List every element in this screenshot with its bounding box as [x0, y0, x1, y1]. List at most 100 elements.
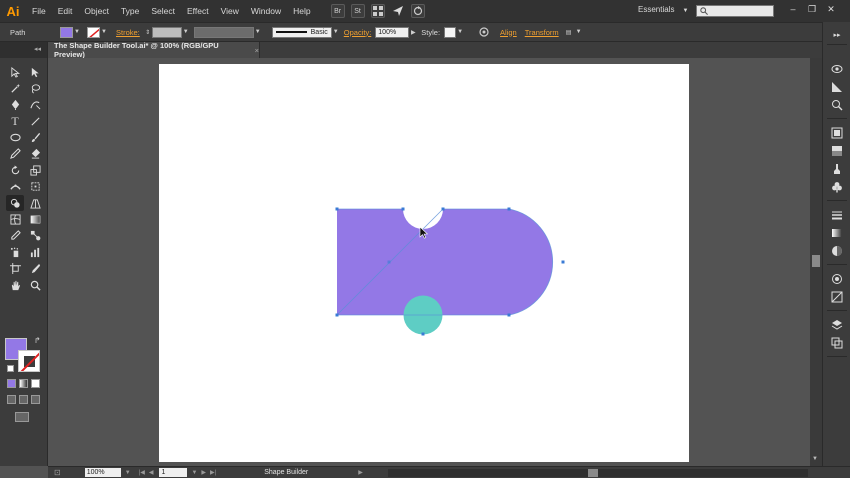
vertical-scrollbar[interactable]: ▼	[810, 58, 822, 466]
appearance-panel-icon[interactable]	[830, 62, 844, 76]
eyedropper-tool-icon[interactable]	[6, 228, 24, 244]
control-bar-menu-icon[interactable]: ▼	[575, 27, 583, 38]
menu-edit[interactable]: Edit	[52, 6, 79, 16]
default-fill-stroke-icon[interactable]	[7, 365, 14, 372]
align-panel-icon[interactable]	[830, 272, 844, 286]
opacity-link[interactable]: Opacity:	[344, 28, 372, 37]
width-tool-icon[interactable]	[6, 179, 24, 195]
slice-tool-icon[interactable]	[26, 261, 44, 277]
stock-icon[interactable]: St	[350, 4, 365, 18]
artboard-tool-icon[interactable]	[6, 261, 24, 277]
stroke-dropdown-icon[interactable]: ▼	[100, 27, 108, 38]
image-trace-panel-icon[interactable]	[830, 98, 844, 112]
align-link[interactable]: Align	[500, 28, 517, 37]
horizontal-scroll-thumb[interactable]	[588, 469, 598, 477]
variable-width-dropdown-icon[interactable]: ▼	[254, 27, 262, 38]
perspective-grid-tool-icon[interactable]	[26, 195, 44, 211]
curvature-tool-icon[interactable]	[26, 97, 44, 113]
ellipse-tool-icon[interactable]	[6, 130, 24, 146]
mesh-tool-icon[interactable]	[6, 212, 24, 228]
menu-view[interactable]: View	[215, 6, 245, 16]
eraser-tool-icon[interactable]	[26, 146, 44, 162]
bridge-icon[interactable]: Br	[330, 4, 345, 18]
close-button[interactable]: ✕	[824, 3, 838, 15]
pasteboard[interactable]	[48, 58, 810, 466]
artboard[interactable]	[159, 64, 689, 462]
opacity-field[interactable]: 100%	[375, 26, 410, 38]
gradient-tool-icon[interactable]	[26, 212, 44, 228]
menu-window[interactable]: Window	[245, 6, 287, 16]
stroke-link[interactable]: Stroke:	[116, 28, 140, 37]
previous-artboard-icon[interactable]: ◀	[149, 469, 154, 476]
search-input[interactable]	[696, 5, 774, 17]
status-menu-icon[interactable]: ▶	[358, 469, 363, 476]
opacity-expand-icon[interactable]: ▶	[409, 27, 417, 38]
menu-object[interactable]: Object	[78, 6, 115, 16]
draw-normal-icon[interactable]	[7, 395, 16, 404]
menu-help[interactable]: Help	[287, 6, 316, 16]
swap-fill-stroke-icon[interactable]: ↱	[34, 336, 41, 345]
send-icon[interactable]	[391, 4, 405, 18]
screen-mode-icon[interactable]	[15, 412, 29, 422]
menu-effect[interactable]: Effect	[181, 6, 215, 16]
blend-tool-icon[interactable]	[26, 228, 44, 244]
transparency-panel-icon[interactable]	[830, 244, 844, 258]
lasso-tool-icon[interactable]	[26, 80, 44, 96]
none-mode-icon[interactable]	[31, 379, 40, 388]
menu-file[interactable]: File	[26, 6, 52, 16]
magic-wand-tool-icon[interactable]	[6, 80, 24, 96]
minimize-button[interactable]: –	[786, 3, 800, 15]
vertical-scroll-thumb[interactable]	[812, 255, 820, 267]
brush-definition-field[interactable]: Basic	[271, 26, 332, 38]
draw-behind-icon[interactable]	[19, 395, 28, 404]
fill-swatch[interactable]	[60, 26, 73, 38]
brush-dropdown-icon[interactable]: ▼	[332, 27, 340, 38]
purple-merged-shape[interactable]	[337, 209, 553, 315]
color-mode-icon[interactable]	[7, 379, 16, 388]
recolor-artwork-icon[interactable]	[478, 27, 490, 38]
tools-panel-header[interactable]: ◂◂	[0, 42, 47, 58]
horizontal-scrollbar[interactable]	[388, 469, 808, 477]
hand-tool-icon[interactable]	[6, 277, 24, 293]
arrange-documents-icon[interactable]	[370, 4, 385, 18]
artboard-navigation-icon[interactable]: ⊡	[54, 468, 61, 477]
gradient-panel-icon[interactable]	[830, 226, 844, 240]
symbols-panel-icon[interactable]	[830, 180, 844, 194]
stroke-swatch[interactable]	[87, 26, 100, 38]
scroll-down-icon[interactable]: ▼	[812, 456, 818, 462]
selection-tool-icon[interactable]	[6, 64, 24, 80]
pen-tool-icon[interactable]	[6, 97, 24, 113]
scale-tool-icon[interactable]	[26, 162, 44, 178]
transform-panel-icon[interactable]	[830, 290, 844, 304]
fill-dropdown-icon[interactable]: ▼	[73, 27, 81, 38]
style-swatch[interactable]	[444, 26, 457, 38]
pencil-tool-icon[interactable]	[6, 146, 24, 162]
column-graph-tool-icon[interactable]	[26, 244, 44, 260]
draw-inside-icon[interactable]	[31, 395, 40, 404]
transform-link[interactable]: Transform	[525, 28, 559, 37]
variable-width-field[interactable]	[193, 26, 254, 38]
line-segment-tool-icon[interactable]	[26, 113, 44, 129]
zoom-field[interactable]: 100%	[84, 468, 121, 477]
stroke-weight-dropdown-icon[interactable]: ▼	[182, 27, 190, 38]
stroke-weight-field[interactable]	[151, 26, 182, 38]
stroke-weight-stepper[interactable]: ⇕	[144, 27, 152, 38]
arrange-icon[interactable]: ▤	[563, 27, 575, 38]
next-artboard-icon[interactable]: ▶	[201, 469, 206, 476]
collapse-dock-icon[interactable]: ▸▸	[830, 28, 844, 42]
document-tab[interactable]: The Shape Builder Tool.ai* @ 100% (RGB/G…	[48, 41, 260, 59]
type-tool-icon[interactable]: T	[6, 113, 24, 129]
menu-select[interactable]: Select	[145, 6, 181, 16]
brushes-panel-icon[interactable]	[830, 162, 844, 176]
paintbrush-tool-icon[interactable]	[26, 130, 44, 146]
first-artboard-icon[interactable]: |◀	[139, 469, 145, 476]
gradient-mode-icon[interactable]	[19, 379, 28, 388]
artboard-dropdown-icon[interactable]: ▼	[191, 470, 197, 476]
stroke-panel-icon[interactable]	[830, 208, 844, 222]
style-dropdown-icon[interactable]: ▼	[456, 27, 464, 38]
color-panel-icon[interactable]	[830, 126, 844, 140]
zoom-tool-icon[interactable]	[26, 277, 44, 293]
direct-selection-tool-icon[interactable]	[26, 64, 44, 80]
close-tab-icon[interactable]: ×	[255, 46, 259, 55]
artboards-panel-icon[interactable]	[830, 336, 844, 350]
